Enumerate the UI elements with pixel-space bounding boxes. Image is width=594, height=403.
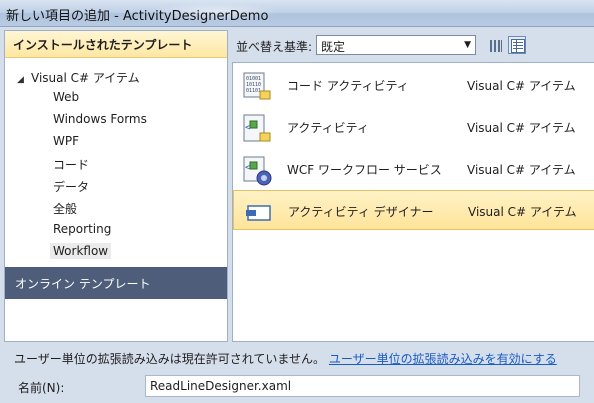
template-name: WCF ワークフロー サービス — [287, 163, 442, 177]
template-type: Visual C# アイテム — [467, 121, 576, 135]
template-name: アクティビティ デザイナー — [288, 205, 434, 219]
tree-item-general[interactable]: 全般 — [53, 200, 77, 217]
installed-templates-header[interactable]: インストールされたテンプレート — [5, 31, 227, 58]
online-templates-label: オンライン テンプレート — [15, 277, 151, 291]
tree-item-windows-forms[interactable]: Windows Forms — [53, 112, 147, 126]
template-name: コード アクティビティ — [287, 79, 409, 93]
template-category-pane: インストールされたテンプレート ◢ Visual C# アイテム Web Wind… — [4, 30, 228, 342]
template-row-wcf-workflow-service[interactable]: < WCF ワークフロー サービス Visual C# アイテム — [233, 149, 594, 189]
sort-label: 並べ替え基準: — [236, 40, 313, 54]
template-row-activity[interactable]: < アクティビティ Visual C# アイテム — [233, 107, 594, 147]
expand-arrow-icon[interactable]: ◢ — [17, 75, 31, 85]
template-type: Visual C# アイテム — [467, 163, 576, 177]
details-view-button[interactable] — [508, 36, 526, 54]
template-row-activity-designer[interactable]: アクティビティ デザイナー Visual C# アイテム — [233, 190, 594, 230]
tree-item-workflow[interactable]: Workflow — [50, 243, 112, 259]
tree-root-visual-csharp[interactable]: ◢ Visual C# アイテム — [17, 69, 140, 86]
wcf-workflow-service-icon: < — [243, 156, 272, 186]
activity-icon: < — [243, 114, 271, 142]
template-type: Visual C# アイテム — [467, 79, 576, 93]
sort-dropdown[interactable]: 既定 ▼ — [316, 35, 476, 55]
installed-templates-label: インストールされたテンプレート — [13, 38, 193, 52]
online-templates-header[interactable]: オンライン テンプレート — [5, 267, 227, 299]
tree-item-data[interactable]: データ — [53, 178, 89, 195]
tree-item-reporting[interactable]: Reporting — [53, 222, 111, 236]
dialog-bottom: ユーザー単位の拡張読み込みは現在許可されていません。 ユーザー単位の拡張読み込み… — [0, 342, 594, 403]
sort-dropdown-value: 既定 — [321, 40, 346, 54]
activity-designer-icon — [246, 205, 271, 221]
small-icons-view-button[interactable] — [486, 36, 504, 54]
code-activity-icon: 010011011001101 — [243, 72, 271, 100]
enable-extensions-link[interactable]: ユーザー単位の拡張読み込みを有効にする — [329, 352, 557, 366]
chevron-down-icon: ▼ — [464, 40, 471, 50]
extension-info-text: ユーザー単位の拡張読み込みは現在許可されていません。 — [14, 352, 326, 366]
tree-item-code[interactable]: コード — [53, 156, 89, 173]
tree-root-label: Visual C# アイテム — [31, 71, 140, 85]
name-input[interactable] — [145, 375, 580, 397]
extension-info: ユーザー単位の拡張読み込みは現在許可されていません。 ユーザー単位の拡張読み込み… — [14, 350, 557, 367]
svg-text:01101: 01101 — [246, 88, 261, 94]
details-view-icon — [511, 39, 525, 53]
sort-toolbar: 並べ替え基準: 既定 ▼ — [232, 30, 594, 60]
name-label: 名前(N): — [18, 381, 65, 395]
tree-item-web[interactable]: Web — [53, 90, 79, 104]
window-title: 新しい項目の追加 - ActivityDesignerDemo — [6, 9, 269, 24]
small-icons-view-icon — [490, 40, 502, 52]
template-row-code-activity[interactable]: 01001 10110 01101 コード アクティビティ Visual C# アイ… — [233, 65, 594, 105]
left-pane-empty-area — [5, 299, 227, 341]
template-type: Visual C# アイテム — [468, 205, 577, 219]
template-list: 01001 10110 01101 コード アクティビティ Visual C# アイ… — [232, 62, 594, 342]
template-name: アクティビティ — [287, 121, 369, 135]
tree-item-wpf[interactable]: WPF — [53, 134, 79, 148]
title-bar: 新しい項目の追加 - ActivityDesignerDemo — [0, 0, 594, 27]
